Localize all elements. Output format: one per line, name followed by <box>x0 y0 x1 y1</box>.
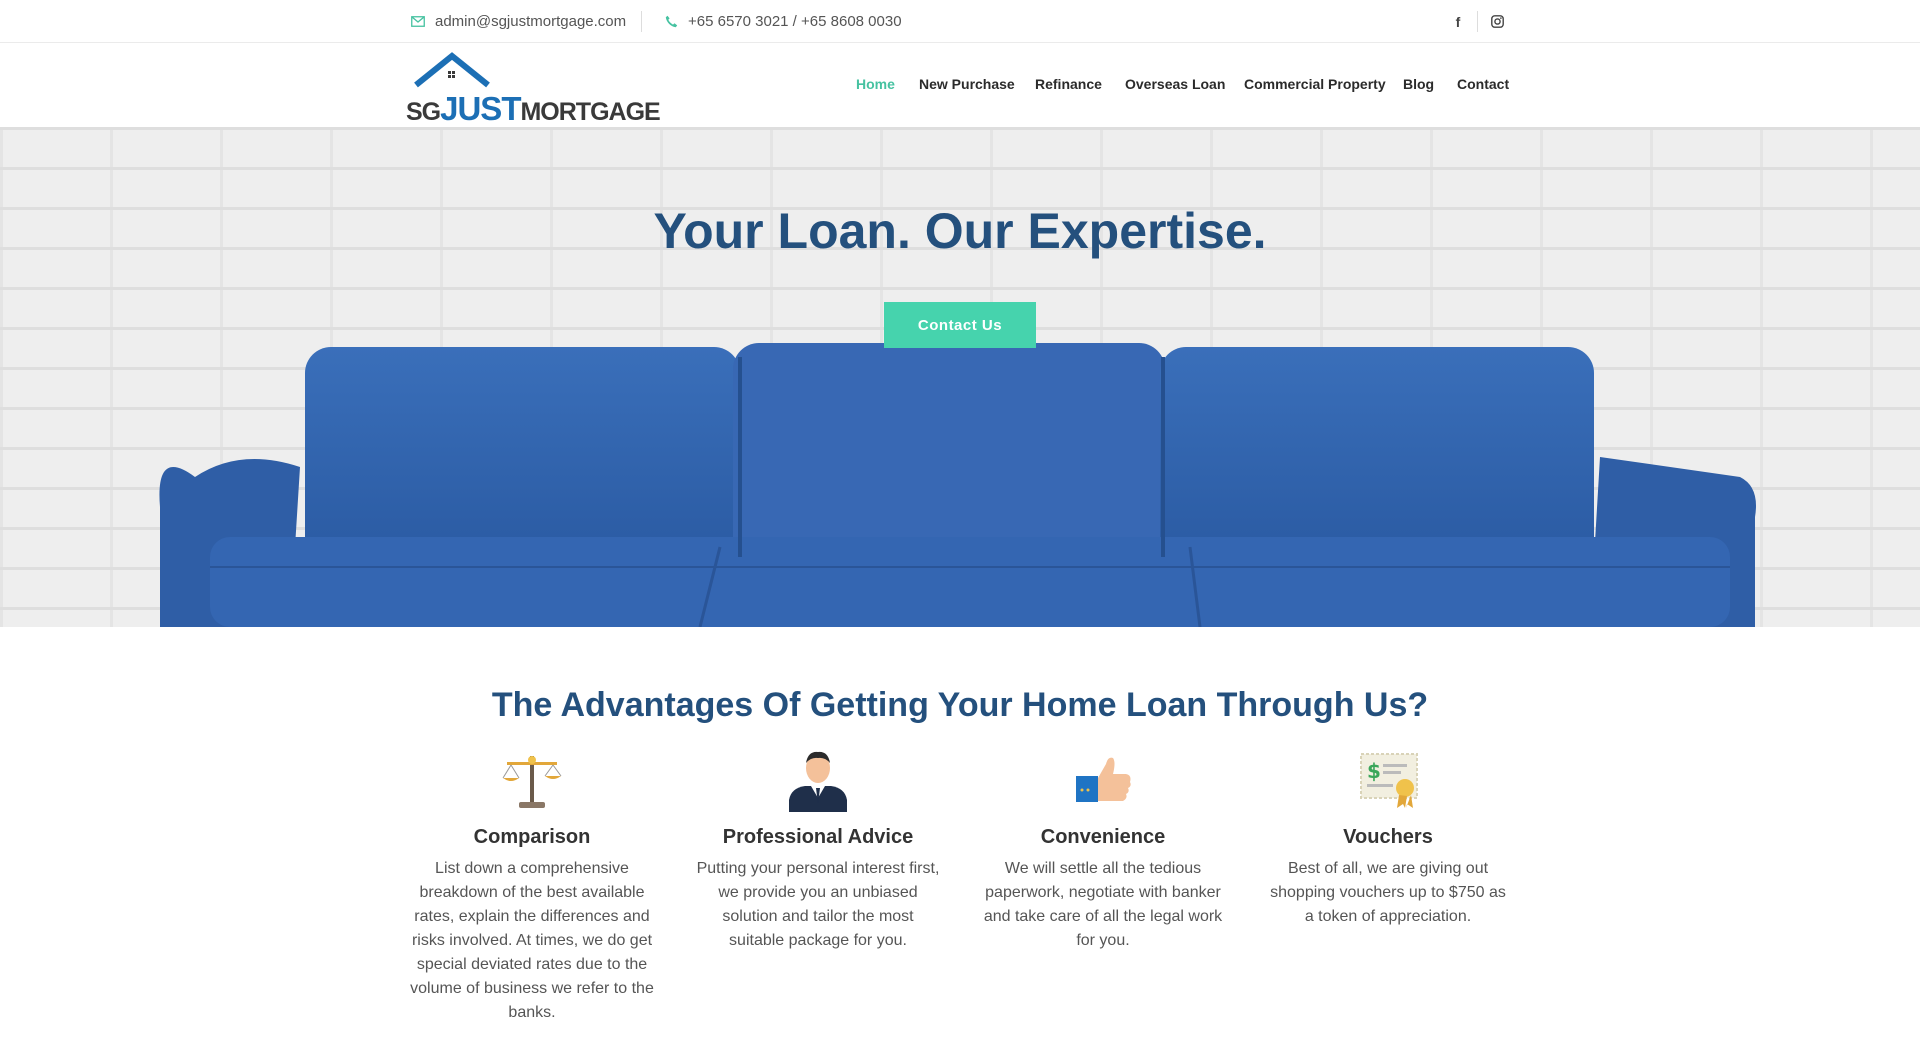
feature-convenience: Convenience We will settle all the tedio… <box>977 748 1229 953</box>
phone-text[interactable]: +65 6570 3021 / +65 8608 0030 <box>688 13 902 30</box>
thumbs-up-icon <box>1068 748 1138 812</box>
nav-new-purchase[interactable]: New Purchase <box>919 76 1015 92</box>
feature-title: Professional Advice <box>722 826 914 848</box>
topbar-divider <box>641 11 642 32</box>
house-roof-icon <box>414 52 490 88</box>
hero-banner: Your Loan. Our Expertise. Contact Us <box>0 127 1920 627</box>
nav-commercial-property[interactable]: Commercial Property <box>1244 76 1386 92</box>
site-logo[interactable]: SGJUSTMORTGAGE <box>406 52 661 125</box>
logo-just: JUST <box>440 90 521 127</box>
contact-us-button[interactable]: Contact Us <box>884 302 1036 348</box>
feature-title: Comparison <box>473 826 591 848</box>
envelope-icon <box>409 13 427 31</box>
main-header: SGJUSTMORTGAGE Home New Purchase Refinan… <box>0 44 1920 127</box>
facebook-icon[interactable]: f <box>1448 0 1468 43</box>
businessman-icon <box>783 748 853 812</box>
nav-blog[interactable]: Blog <box>1403 76 1434 92</box>
social-divider <box>1477 11 1478 32</box>
nav-refinance[interactable]: Refinance <box>1035 76 1102 92</box>
feature-text: We will settle all the tedious paperwork… <box>983 860 1223 949</box>
logo-sg: SG <box>406 98 441 126</box>
feature-vouchers: $ Vouchers Best of all, we are giving ou… <box>1262 748 1514 929</box>
top-bar: admin@sgjustmortgage.com +65 6570 3021 /… <box>0 0 1920 43</box>
instagram-icon[interactable] <box>1487 0 1507 43</box>
feature-text: List down a comprehensive breakdown of t… <box>410 860 654 1021</box>
phone-icon <box>662 13 680 31</box>
email-text[interactable]: admin@sgjustmortgage.com <box>435 13 626 30</box>
nav-overseas-loan[interactable]: Overseas Loan <box>1125 76 1225 92</box>
svg-text:$: $ <box>1367 759 1381 783</box>
logo-mortgage: MORTGAGE <box>520 98 660 126</box>
voucher-icon: $ <box>1353 748 1423 812</box>
feature-professional-advice: Professional Advice Putting your persona… <box>692 748 944 953</box>
phone-contact[interactable]: +65 6570 3021 / +65 8608 0030 <box>662 0 902 43</box>
scale-icon <box>497 748 567 812</box>
feature-comparison: Comparison List down a comprehensive bre… <box>406 748 658 1025</box>
feature-title: Vouchers <box>1343 826 1433 848</box>
nav-home[interactable]: Home <box>856 76 895 92</box>
feature-text: Putting your personal interest first, we… <box>696 860 940 949</box>
nav-contact[interactable]: Contact <box>1457 76 1509 92</box>
feature-title: Convenience <box>1040 826 1166 848</box>
logo-wordmark: SGJUSTMORTGAGE <box>406 90 661 127</box>
email-contact[interactable]: admin@sgjustmortgage.com <box>409 0 626 43</box>
hero-title: Your Loan. Our Expertise. <box>653 203 1267 259</box>
feature-text: Best of all, we are giving out shopping … <box>1270 860 1506 925</box>
advantages-title: The Advantages Of Getting Your Home Loan… <box>491 686 1429 724</box>
